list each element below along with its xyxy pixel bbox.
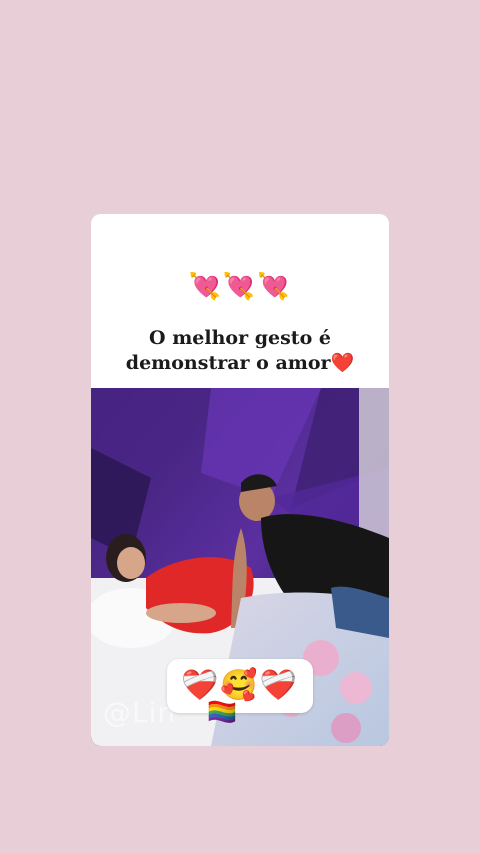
headline-line-1: O melhor gesto é <box>149 327 331 349</box>
rainbow-flag-icon: 🏳️‍🌈 <box>207 698 237 726</box>
headline-line-2: demonstrar o amor❤️ <box>125 352 355 374</box>
watermark-text: @Lin <box>103 696 177 729</box>
story-headline: O melhor gesto é demonstrar o amor❤️ <box>101 326 379 376</box>
heart-with-arrow-icon: 💘💘💘 <box>188 272 292 302</box>
emoji-sticker[interactable]: ❤️‍🩹🥰❤️‍🩹 <box>167 659 313 713</box>
story-card[interactable]: 💘💘💘 O melhor gesto é demonstrar o amor❤️ <box>91 214 389 746</box>
story-header: 💘💘💘 O melhor gesto é demonstrar o amor❤️ <box>91 214 389 388</box>
